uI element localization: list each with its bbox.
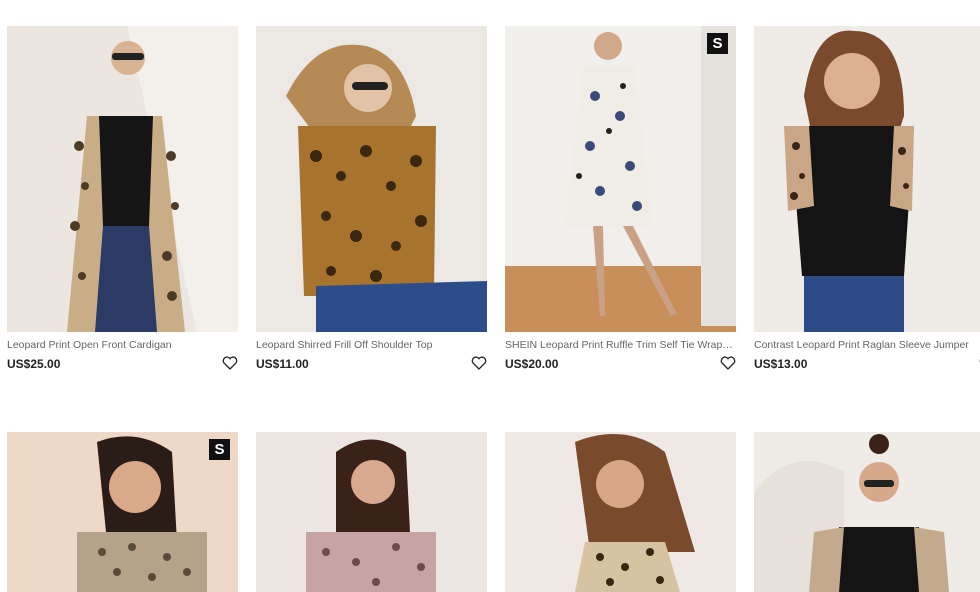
heart-icon[interactable] — [720, 356, 736, 370]
product-card[interactable]: S — [7, 432, 238, 592]
product-card[interactable]: Leopard Shirred Frill Off Shoulder Top U… — [256, 26, 487, 376]
product-title[interactable]: Leopard Print Open Front Cardigan — [7, 339, 238, 351]
product-image[interactable] — [7, 26, 238, 332]
heart-icon[interactable] — [222, 356, 238, 370]
brand-badge: S — [707, 33, 728, 54]
product-card[interactable] — [505, 432, 736, 592]
product-price: US$20.00 — [505, 357, 559, 371]
brand-badge: S — [209, 439, 230, 460]
product-card[interactable] — [754, 432, 980, 592]
product-card[interactable]: Leopard Print Open Front Cardigan US$25.… — [7, 26, 238, 376]
product-price: US$13.00 — [754, 357, 808, 371]
product-image[interactable]: S — [7, 432, 238, 592]
product-image[interactable] — [256, 26, 487, 332]
product-title[interactable]: SHEIN Leopard Print Ruffle Trim Self Tie… — [505, 339, 736, 351]
product-grid: Leopard Print Open Front Cardigan US$25.… — [0, 0, 980, 592]
product-title[interactable]: Leopard Shirred Frill Off Shoulder Top — [256, 339, 487, 351]
product-image[interactable]: S — [505, 26, 736, 332]
product-image[interactable] — [754, 432, 980, 592]
product-image[interactable] — [505, 432, 736, 592]
product-image[interactable] — [754, 26, 980, 332]
product-card[interactable] — [256, 432, 487, 592]
product-card[interactable]: Contrast Leopard Print Raglan Sleeve Jum… — [754, 26, 980, 376]
product-title[interactable]: Contrast Leopard Print Raglan Sleeve Jum… — [754, 339, 980, 351]
heart-icon[interactable] — [471, 356, 487, 370]
product-image[interactable] — [256, 432, 487, 592]
product-price: US$25.00 — [7, 357, 61, 371]
product-card[interactable]: S SHEIN Leopard Print Ruffle Trim Self T… — [505, 26, 736, 376]
product-price: US$11.00 — [256, 357, 309, 371]
